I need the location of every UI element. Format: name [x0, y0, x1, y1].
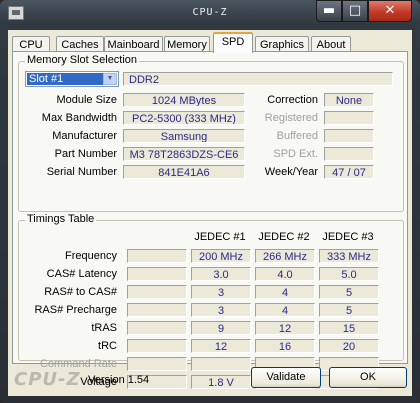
- tab-caches[interactable]: Caches: [56, 36, 104, 52]
- registered-label: Registered: [264, 112, 318, 124]
- timings-group: Timings Table JEDEC #1 JEDEC #2 JEDEC #3…: [18, 213, 404, 389]
- timings-cell: 5.0: [319, 267, 379, 281]
- timings-row-label: RAS# Precharge: [34, 304, 117, 316]
- max-bandwidth-field: PC2-5300 (333 MHz): [123, 111, 245, 125]
- module-size-label: Module Size: [56, 94, 117, 106]
- timings-cell: 5: [319, 303, 379, 317]
- part-number-label: Part Number: [54, 148, 117, 160]
- timings-cell: 12: [191, 339, 251, 353]
- cpuz-logo: CPU-Z: [14, 369, 81, 390]
- timings-cell: 3.0: [191, 267, 251, 281]
- spd-ext-field: [324, 147, 374, 161]
- tab-cpu[interactable]: CPU: [12, 36, 50, 52]
- slot-select-value: Slot #1: [27, 73, 104, 85]
- client-area: CPU Caches Mainboard Memory SPD Graphics…: [8, 30, 412, 396]
- timings-cell: 4: [255, 303, 315, 317]
- week-year-label: Week/Year: [264, 166, 318, 178]
- manufacturer-label: Manufacturer: [52, 130, 117, 142]
- spd-ext-label: SPD Ext.: [273, 148, 318, 160]
- correction-field: None: [324, 93, 374, 107]
- memory-slot-group-title: Memory Slot Selection: [25, 54, 140, 66]
- timings-cell: 5: [319, 285, 379, 299]
- serial-number-label: Serial Number: [46, 166, 117, 178]
- week-year-field: 47 / 07: [324, 165, 374, 179]
- part-number-field: M3 78T2863DZS-CE6: [123, 147, 245, 161]
- chevron-down-icon[interactable]: ▼: [103, 73, 117, 85]
- timings-cell: 4: [255, 285, 315, 299]
- buffered-field: [324, 129, 374, 143]
- timings-cell: 15: [319, 321, 379, 335]
- serial-number-field: 841E41A6: [123, 165, 245, 179]
- timings-row-label: tRC: [98, 340, 117, 352]
- timings-row-label: tRAS: [91, 322, 117, 334]
- timings-row-label: RAS# to CAS#: [44, 286, 117, 298]
- timings-cell: 12: [255, 321, 315, 335]
- timings-cell: [127, 357, 187, 371]
- timings-cell: 20: [319, 339, 379, 353]
- timings-cell: [127, 321, 187, 335]
- timings-cell: 3: [191, 285, 251, 299]
- timings-group-title: Timings Table: [25, 213, 97, 225]
- tab-mainboard[interactable]: Mainboard: [104, 36, 163, 52]
- timings-cell: 3: [191, 303, 251, 317]
- timings-cell: 16: [255, 339, 315, 353]
- timings-cell: 333 MHz: [319, 249, 379, 263]
- memory-type-field: DDR2: [123, 72, 393, 86]
- version-label: Version 1.54: [88, 374, 150, 386]
- manufacturer-field: Samsung: [123, 129, 245, 143]
- timings-cell: 4.0: [255, 267, 315, 281]
- timings-cell: [127, 249, 187, 263]
- tab-strip: CPU Caches Mainboard Memory SPD Graphics…: [12, 32, 408, 53]
- ok-button[interactable]: OK: [329, 367, 407, 388]
- slot-select[interactable]: Slot #1 ▼: [25, 71, 119, 87]
- buffered-label: Buffered: [276, 130, 318, 142]
- timings-row-label: Frequency: [65, 250, 117, 262]
- timings-cell: 266 MHz: [255, 249, 315, 263]
- timings-cell: 1.8 V: [191, 375, 251, 389]
- registered-field: [324, 111, 374, 125]
- timings-cell: [127, 285, 187, 299]
- app-window: CPU-Z ▬ □ ✕ CPU Caches Mainboard Memory …: [0, 0, 420, 403]
- timings-cell: 200 MHz: [191, 249, 251, 263]
- minimize-button[interactable]: ▬: [316, 0, 342, 22]
- timings-row-label: CAS# Latency: [46, 268, 117, 280]
- module-size-field: 1024 MBytes: [123, 93, 245, 107]
- timings-header-jedec1: JEDEC #1: [194, 231, 246, 243]
- correction-label: Correction: [267, 94, 318, 106]
- timings-cell: 9: [191, 321, 251, 335]
- spd-panel: Memory Slot Selection Slot #1 ▼ DDR2 Mod…: [12, 51, 408, 389]
- tab-graphics[interactable]: Graphics: [255, 36, 309, 52]
- timings-cell: [127, 267, 187, 281]
- validate-button[interactable]: Validate: [251, 367, 321, 388]
- max-bandwidth-label: Max Bandwidth: [41, 112, 117, 124]
- timings-header-jedec3: JEDEC #3: [322, 231, 374, 243]
- tab-about[interactable]: About: [311, 36, 351, 52]
- timings-cell: [127, 303, 187, 317]
- title-bar[interactable]: CPU-Z ▬ □ ✕: [0, 0, 420, 28]
- timings-header-jedec2: JEDEC #2: [258, 231, 310, 243]
- close-button[interactable]: ✕: [368, 0, 412, 22]
- tab-memory[interactable]: Memory: [164, 36, 210, 52]
- timings-cell: [191, 357, 251, 371]
- memory-slot-group: Memory Slot Selection Slot #1 ▼ DDR2 Mod…: [18, 54, 404, 212]
- timings-cell: [127, 339, 187, 353]
- tab-spd[interactable]: SPD: [213, 32, 253, 53]
- maximize-button[interactable]: □: [342, 0, 368, 22]
